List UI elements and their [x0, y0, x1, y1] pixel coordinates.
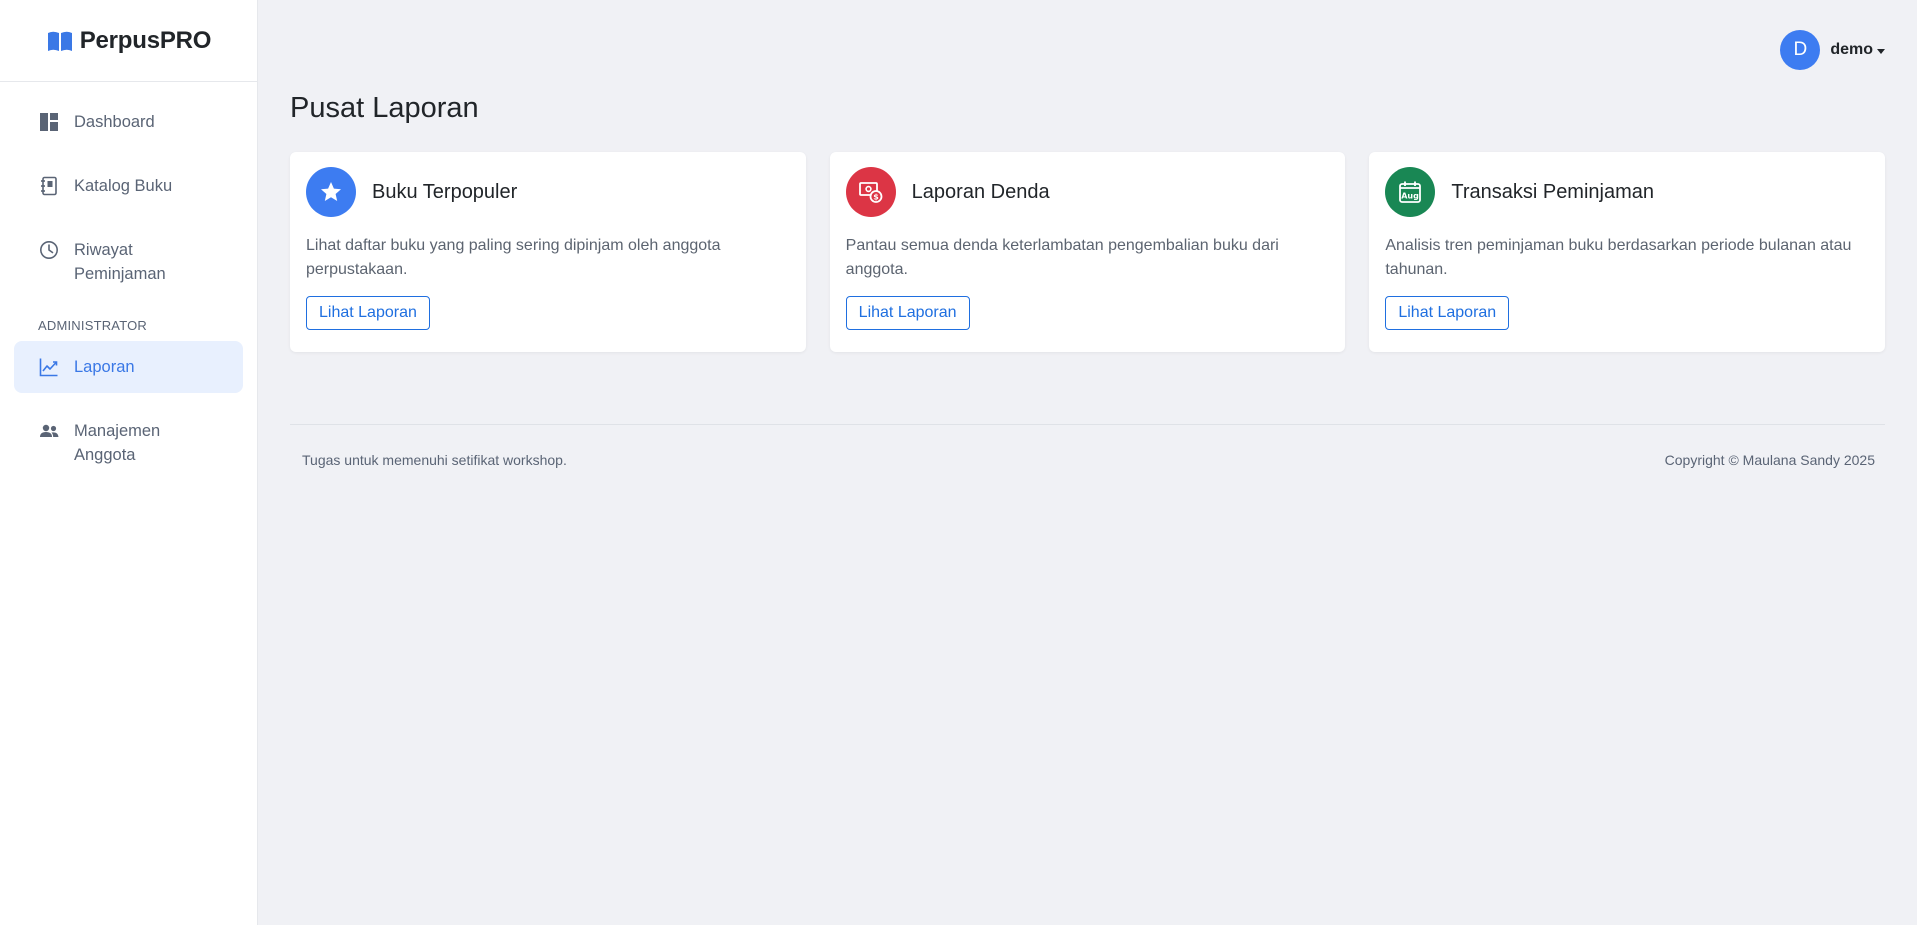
sidebar-item-label: Manajemen Anggota	[74, 422, 161, 464]
book-open-icon	[46, 29, 74, 53]
sidebar-item-dashboard[interactable]: Dashboard	[14, 96, 243, 148]
brand[interactable]: PerpusPRO	[0, 0, 257, 82]
nav-section-administrator: ADMINISTRATOR	[38, 318, 148, 333]
footer-divider	[290, 424, 1885, 425]
people-icon	[38, 419, 60, 443]
book-icon	[38, 174, 60, 198]
card-description: Lihat daftar buku yang paling sering dip…	[306, 237, 721, 278]
brand-name: PerpusPRO	[79, 26, 212, 54]
page-title: Pusat Laporan	[290, 92, 479, 124]
dashboard-icon	[38, 110, 60, 134]
clock-icon	[38, 238, 60, 262]
report-card-laporan-denda: $ Laporan Denda Pantau semua denda keter…	[829, 152, 1346, 352]
sidebar-item-laporan[interactable]: Laporan	[14, 341, 243, 393]
sidebar-item-katalog-buku[interactable]: Katalog Buku	[14, 160, 243, 212]
sidebar-item-label: Riwayat Peminjaman	[74, 241, 166, 283]
footer-copyright: Copyright © Maulana Sandy 2025	[1664, 452, 1875, 468]
calendar-month-icon: Aug	[1385, 167, 1436, 217]
card-title: Transaksi Peminjaman	[1451, 180, 1655, 203]
star-icon	[306, 167, 356, 217]
card-description: Analisis tren peminjaman buku berdasarka…	[1385, 237, 1852, 278]
lihat-laporan-button[interactable]: Lihat Laporan	[1385, 296, 1510, 330]
caret-down-icon	[1877, 48, 1885, 54]
username: demo	[1830, 41, 1873, 58]
lihat-laporan-button[interactable]: Lihat Laporan	[306, 296, 430, 330]
sidebar-nav: Dashboard Katalog Buku Riwayat Peminjama…	[0, 82, 257, 481]
report-card-transaksi-peminjaman: Aug Transaksi Peminjaman Analisis tren p…	[1369, 152, 1886, 352]
sidebar: PerpusPRO Dashboard Katalog Buku Riwayat…	[0, 0, 258, 925]
sidebar-item-manajemen-anggota[interactable]: Manajemen Anggota	[14, 405, 243, 481]
avatar: D	[1780, 30, 1821, 70]
chart-line-icon	[38, 355, 60, 379]
sidebar-item-label: Katalog Buku	[74, 177, 173, 195]
cash-coin-icon: $	[845, 167, 896, 217]
calendar-icon-text: Aug	[1402, 192, 1420, 201]
report-card-buku-terpopuler: Buku Terpopuler Lihat daftar buku yang p…	[290, 152, 806, 352]
sidebar-item-label: Laporan	[74, 358, 135, 376]
card-title: Buku Terpopuler	[372, 180, 518, 203]
report-cards: Buku Terpopuler Lihat daftar buku yang p…	[290, 152, 1886, 352]
card-title: Laporan Denda	[911, 180, 1050, 203]
user-menu[interactable]: D demo	[1780, 30, 1885, 70]
lihat-laporan-button[interactable]: Lihat Laporan	[845, 296, 970, 330]
svg-text:$: $	[873, 193, 879, 202]
sidebar-item-label: Dashboard	[74, 113, 155, 131]
card-description: Pantau semua denda keterlambatan pengemb…	[845, 237, 1279, 278]
sidebar-item-riwayat-peminjaman[interactable]: Riwayat Peminjaman	[14, 224, 243, 300]
